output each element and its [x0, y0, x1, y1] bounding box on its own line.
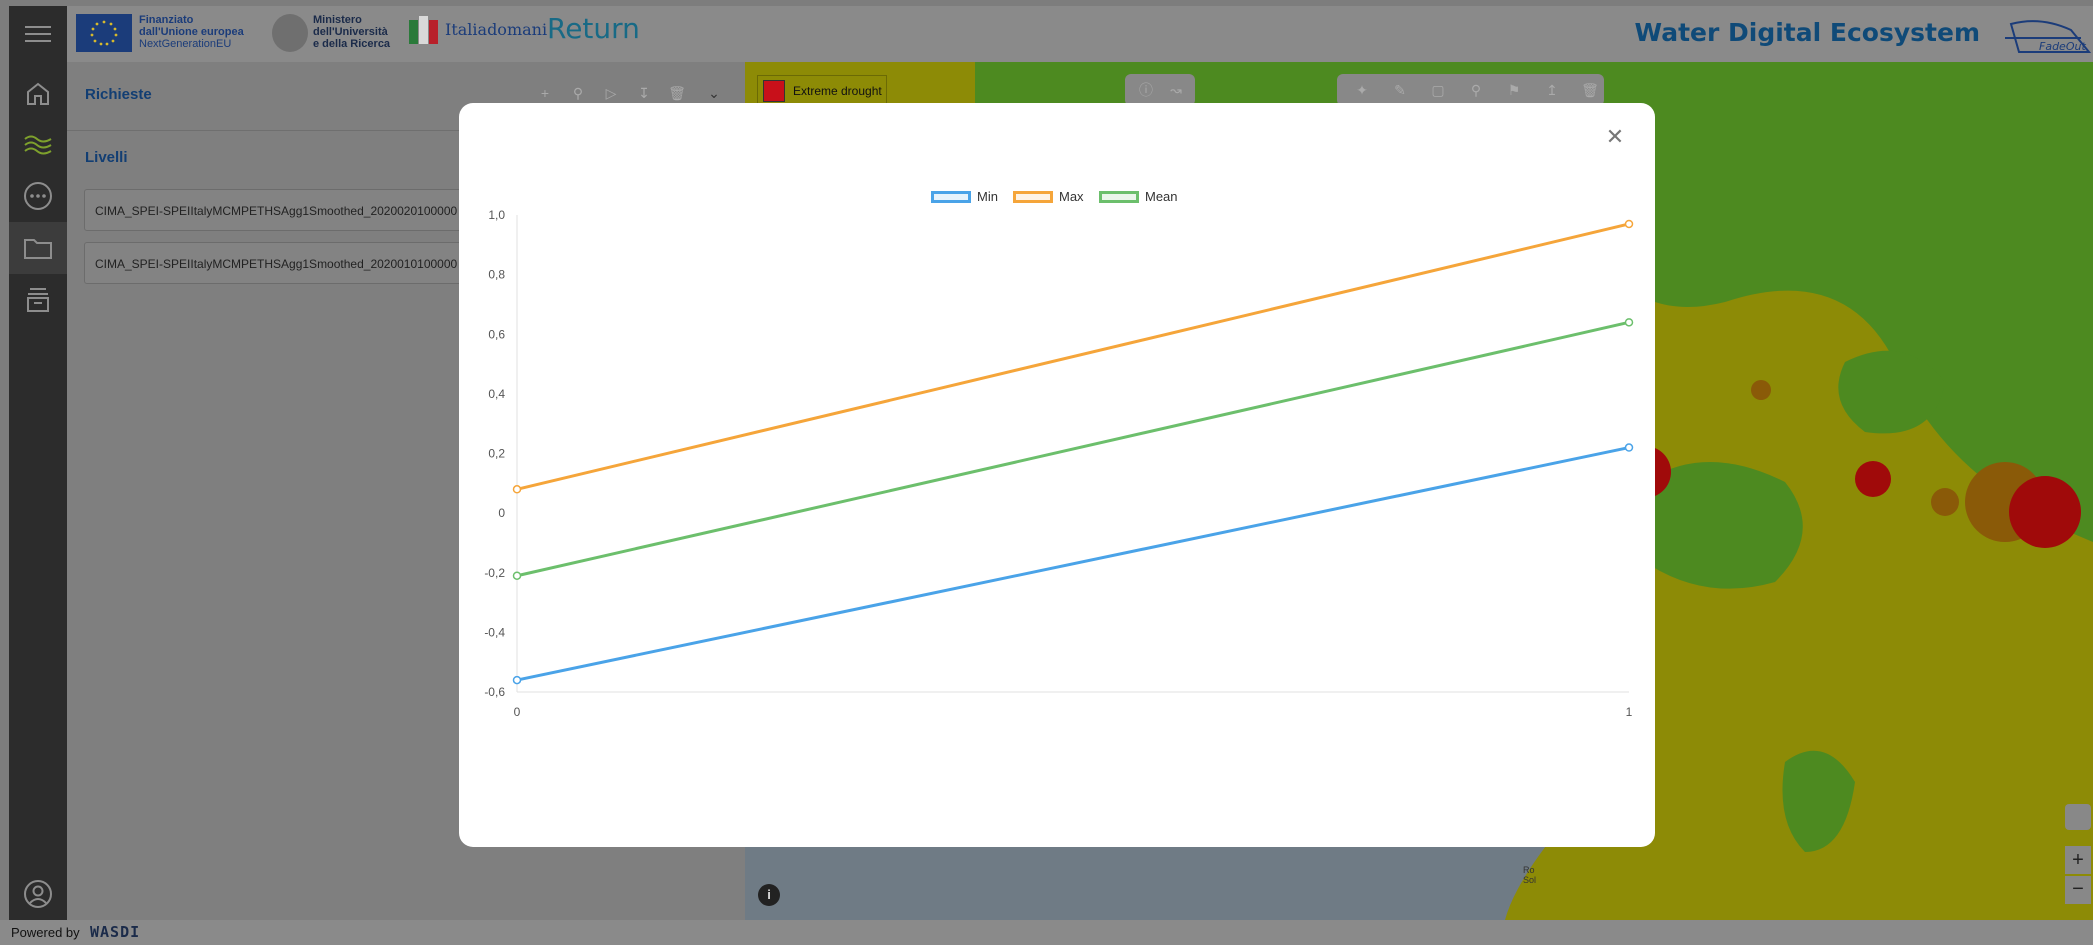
- y-tick-label: 0,4: [488, 387, 505, 401]
- ministry-text: Ministero dell'Università e della Ricerc…: [313, 14, 391, 50]
- chart-modal: ✕ Min Max Mean -0,6 -0,4 -0,2 0 0,2 0,4 0,6 0,8…: [459, 103, 1655, 847]
- eu-flag-icon: [76, 14, 132, 52]
- user-icon[interactable]: [9, 868, 67, 920]
- y-tick-label: 0,2: [488, 447, 505, 461]
- series-line-min: [516, 446, 1630, 682]
- square-icon[interactable]: ▢: [1425, 77, 1451, 103]
- x-tick-label: 1: [1626, 705, 1633, 719]
- upload-icon[interactable]: ↥: [1539, 77, 1565, 103]
- trash-icon[interactable]: 🗑: [1577, 77, 1603, 103]
- left-rail: [9, 6, 67, 920]
- x-tick-label: 0: [514, 705, 521, 719]
- pencil-icon[interactable]: ✎: [1387, 77, 1413, 103]
- data-point-mean: [512, 571, 522, 580]
- legend-label: Extreme drought: [793, 84, 882, 98]
- powered-by-text: Powered by: [11, 925, 80, 940]
- fadeout-logo-icon: FadeOut: [2001, 12, 2092, 58]
- line-chart: -0,6 -0,4 -0,2 0 0,2 0,4 0,6 0,8 1,0 0 1: [484, 208, 1634, 719]
- requests-title: Richieste: [85, 86, 152, 103]
- data-point-mean: [1624, 318, 1634, 327]
- chart-icon[interactable]: ↝: [1163, 77, 1189, 103]
- y-tick-label: 0: [498, 506, 505, 520]
- map-place-label: Ro Sol: [1523, 865, 1537, 885]
- menu-icon[interactable]: [9, 8, 67, 60]
- y-tick-label: -0,6: [484, 685, 505, 699]
- ministry-seal-icon: [272, 14, 308, 52]
- y-tick-label: 1,0: [488, 208, 505, 222]
- tag-icon[interactable]: ⚑: [1501, 77, 1527, 103]
- attribution-info-icon[interactable]: i: [758, 884, 780, 906]
- wasdi-logo: WASDI: [90, 923, 141, 941]
- y-tick-label: -0,2: [484, 566, 505, 580]
- pin-icon[interactable]: ⚲: [1463, 77, 1489, 103]
- more-icon[interactable]: [9, 170, 67, 222]
- home-icon[interactable]: [9, 68, 67, 120]
- info-icon[interactable]: ⓘ: [1133, 77, 1159, 103]
- italiadomani-logo-icon: [407, 14, 441, 48]
- data-point-max: [512, 485, 522, 494]
- data-point-min: [512, 675, 522, 685]
- folder-icon[interactable]: [9, 222, 67, 274]
- fadeout-logo-text: FadeOut: [2039, 40, 2086, 53]
- zoom-in-button[interactable]: +: [2065, 846, 2091, 874]
- levels-title: Livelli: [85, 149, 128, 166]
- zoom-out-button[interactable]: −: [2065, 876, 2091, 904]
- app-title: Water Digital Ecosystem: [1634, 18, 1980, 47]
- data-point-min: [1624, 443, 1634, 452]
- layers-switch-icon[interactable]: [2065, 804, 2091, 830]
- archive-icon[interactable]: [9, 274, 67, 326]
- water-wave-icon[interactable]: [9, 118, 67, 170]
- footer-bar: Powered by WASDI: [0, 920, 2093, 945]
- y-tick-label: -0,4: [484, 625, 505, 639]
- legend-color-swatch: [763, 80, 785, 102]
- y-tick-label: 0,6: [488, 327, 505, 341]
- data-point-max: [1624, 219, 1634, 229]
- italiadomani-text: Italiadomani: [445, 20, 548, 39]
- eu-funding-text: Finanziato dall'Unione europea NextGener…: [139, 14, 244, 50]
- magic-icon[interactable]: ✦: [1349, 77, 1375, 103]
- header-bar: Finanziato dall'Unione europea NextGener…: [67, 6, 2093, 62]
- y-tick-label: 0,8: [488, 268, 505, 282]
- return-logo: Return: [547, 12, 640, 45]
